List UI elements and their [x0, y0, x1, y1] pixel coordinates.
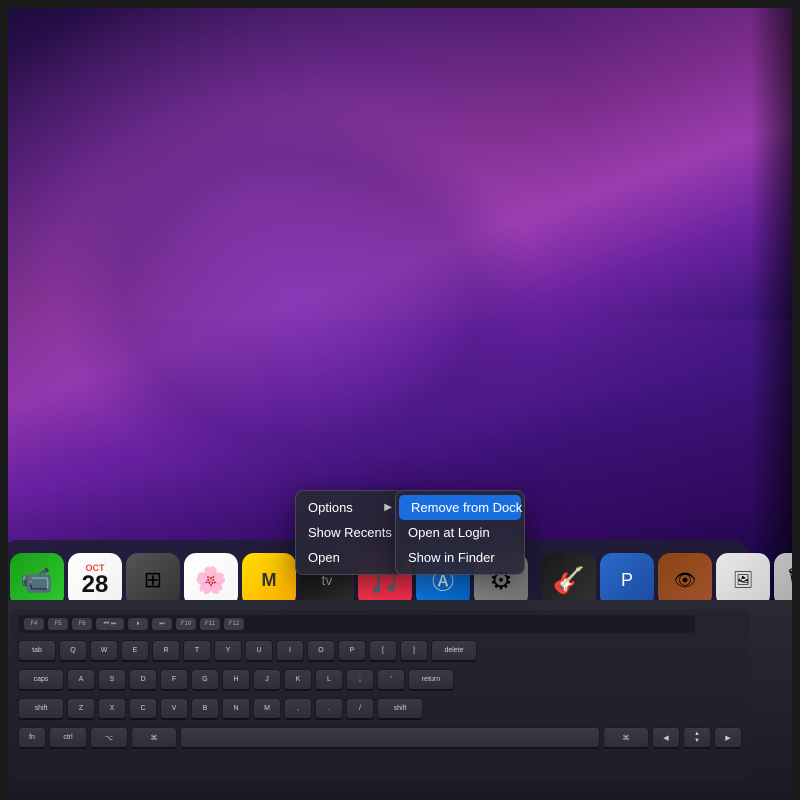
dock-icon-photos-stack[interactable]: 🖼: [716, 553, 770, 607]
key-f[interactable]: F: [160, 669, 188, 691]
dock-icon-miro[interactable]: M: [242, 553, 296, 607]
key-cmd-left[interactable]: ⌘: [131, 727, 177, 749]
key-m[interactable]: M: [253, 698, 281, 720]
key-arrow-updown[interactable]: ▲ ▼: [683, 727, 711, 749]
key-shift-left[interactable]: shift: [18, 698, 64, 720]
key-cmd-right[interactable]: ⌘: [603, 727, 649, 749]
key-v[interactable]: V: [160, 698, 188, 720]
key-y[interactable]: Y: [214, 640, 242, 662]
dock-icon-photos[interactable]: 🌸: [184, 553, 238, 607]
key-e[interactable]: E: [121, 640, 149, 662]
key-z[interactable]: Z: [67, 698, 95, 720]
keyboard: F4 F5 F6 ⏮ ⏭ ⏵ ⏭ F10 F11 F12 tab Q W E R…: [0, 600, 800, 800]
key-i[interactable]: I: [276, 640, 304, 662]
menu-item-open-at-login[interactable]: Open at Login: [396, 520, 524, 545]
menu-item-show-in-finder[interactable]: Show in Finder: [396, 545, 524, 570]
key-arrow-left[interactable]: ◀: [652, 727, 680, 749]
key-c[interactable]: C: [129, 698, 157, 720]
dock-icon-launchpad[interactable]: ⊞: [126, 553, 180, 607]
key-u[interactable]: U: [245, 640, 273, 662]
touchbar-btn-f10[interactable]: F10: [176, 618, 196, 630]
key-a[interactable]: A: [67, 669, 95, 691]
touchbar-btn-f9[interactable]: ⏭: [152, 618, 172, 630]
key-row-2: caps A S D F G H J K L ; ' return: [10, 667, 750, 693]
menu-item-show-recents[interactable]: Show Recents: [296, 520, 404, 545]
right-edge-shadow: [750, 0, 800, 640]
key-delete[interactable]: delete: [431, 640, 477, 662]
key-j[interactable]: J: [253, 669, 281, 691]
dock-icon-calendar[interactable]: OCT 28: [68, 553, 122, 607]
key-return[interactable]: return: [408, 669, 454, 691]
key-k[interactable]: K: [284, 669, 312, 691]
key-s[interactable]: S: [98, 669, 126, 691]
touchbar: F4 F5 F6 ⏮ ⏭ ⏵ ⏭ F10 F11 F12: [18, 615, 695, 633]
key-slash[interactable]: /: [346, 698, 374, 720]
touchbar-btn-f8[interactable]: ⏵: [128, 618, 148, 630]
key-n[interactable]: N: [222, 698, 250, 720]
key-period[interactable]: .: [315, 698, 343, 720]
touchbar-btn-f11[interactable]: F11: [200, 618, 220, 630]
key-row-4: fn ctrl ⌥ ⌘ ⌘ ◀ ▲ ▼ ▶: [10, 725, 750, 751]
menu-item-open[interactable]: Open: [296, 545, 404, 570]
key-arrow-right[interactable]: ▶: [714, 727, 742, 749]
menu-item-options[interactable]: Options ▶: [296, 495, 404, 520]
touchbar-btn-f4[interactable]: F4: [24, 618, 44, 630]
key-bracket-left[interactable]: [: [369, 640, 397, 662]
key-shift-right[interactable]: shift: [377, 698, 423, 720]
key-h[interactable]: H: [222, 669, 250, 691]
keyboard-surface: F4 F5 F6 ⏮ ⏭ ⏵ ⏭ F10 F11 F12 tab Q W E R…: [10, 610, 750, 780]
dock-icon-pixelmator[interactable]: P: [600, 553, 654, 607]
key-p[interactable]: P: [338, 640, 366, 662]
key-tab[interactable]: tab: [18, 640, 56, 662]
key-q[interactable]: Q: [59, 640, 87, 662]
key-fn[interactable]: fn: [18, 727, 46, 749]
key-x[interactable]: X: [98, 698, 126, 720]
key-d[interactable]: D: [129, 669, 157, 691]
key-comma[interactable]: ,: [284, 698, 312, 720]
dock-icon-facetime[interactable]: 📹: [10, 553, 64, 607]
key-t[interactable]: T: [183, 640, 211, 662]
touchbar-btn-f5[interactable]: F5: [48, 618, 68, 630]
key-bracket-right[interactable]: ]: [400, 640, 428, 662]
key-row-1: tab Q W E R T Y U I O P [ ] delete: [10, 638, 750, 664]
key-option[interactable]: ⌥: [90, 727, 128, 749]
context-menu-right[interactable]: Remove from Dock Open at Login Show in F…: [395, 490, 525, 575]
touchbar-btn-f6[interactable]: F6: [72, 618, 92, 630]
key-row-3: shift Z X C V B N M , . / shift: [10, 696, 750, 722]
key-ctrl[interactable]: ctrl: [49, 727, 87, 749]
dock-icon-trash[interactable]: 🗑: [774, 553, 800, 607]
key-o[interactable]: O: [307, 640, 335, 662]
key-quote[interactable]: ': [377, 669, 405, 691]
screen: Options ▶ Show Recents Open Remove from …: [0, 0, 800, 800]
menu-item-remove-from-dock[interactable]: Remove from Dock: [399, 495, 521, 520]
dock-icon-garageband[interactable]: 🎸: [542, 553, 596, 607]
key-space[interactable]: [180, 727, 600, 749]
touchbar-btn-f12[interactable]: F12: [224, 618, 244, 630]
touchbar-btn-f7[interactable]: ⏮ ⏭: [96, 618, 124, 630]
key-caps[interactable]: caps: [18, 669, 64, 691]
key-l[interactable]: L: [315, 669, 343, 691]
key-r[interactable]: R: [152, 640, 180, 662]
key-b[interactable]: B: [191, 698, 219, 720]
key-semicolon[interactable]: ;: [346, 669, 374, 691]
context-menu-left[interactable]: Options ▶ Show Recents Open: [295, 490, 405, 575]
key-g[interactable]: G: [191, 669, 219, 691]
key-w[interactable]: W: [90, 640, 118, 662]
submenu-arrow: ▶: [384, 502, 392, 513]
dock-icon-preview[interactable]: 👁: [658, 553, 712, 607]
